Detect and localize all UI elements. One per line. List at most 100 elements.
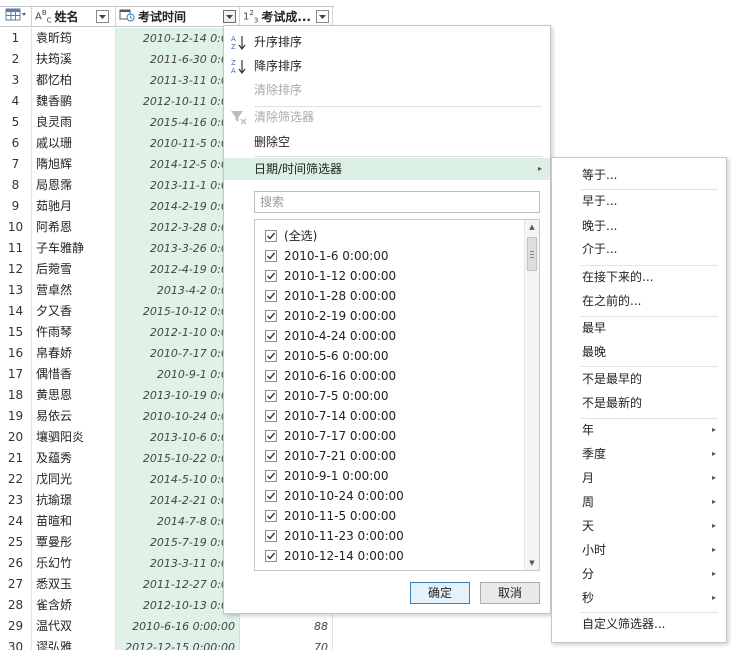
score-cell[interactable]: 70 <box>240 637 333 650</box>
exam-date-cell[interactable]: 2013-10-19 0:00 <box>116 385 240 406</box>
exam-date-cell[interactable]: 2011-6-30 0:00 <box>116 49 240 70</box>
name-cell[interactable]: 夕又香 <box>32 301 116 322</box>
name-cell[interactable]: 仵雨琴 <box>32 322 116 343</box>
filter-not-latest-item[interactable]: 不是最新的 <box>552 392 726 414</box>
filter-between-item[interactable]: 介于... <box>552 238 726 260</box>
filter-latest-item[interactable]: 最晚 <box>552 341 726 363</box>
name-cell[interactable]: 魏香鹂 <box>32 91 116 112</box>
exam-date-cell[interactable]: 2015-10-12 0:00 <box>116 301 240 322</box>
name-cell[interactable]: 壤驷阳炎 <box>32 427 116 448</box>
name-cell[interactable]: 都忆柏 <box>32 70 116 91</box>
column-filter-dropdown[interactable] <box>223 10 236 23</box>
name-cell[interactable]: 覃曼彤 <box>32 532 116 553</box>
name-cell[interactable]: 茹驰月 <box>32 196 116 217</box>
exam-date-cell[interactable]: 2010-12-14 0:00 <box>116 28 240 49</box>
filter-value-item[interactable]: 2010-1-6 0:00:00 <box>255 246 525 266</box>
table-row[interactable]: 30 谬弘雅 2012-12-15 0:00:00 70 <box>0 637 334 650</box>
clear-sort-item[interactable]: 清除排序 <box>224 79 550 101</box>
exam-date-cell[interactable]: 2010-6-16 0:00:00 <box>116 616 240 637</box>
filter-value-item[interactable]: 2010-11-23 0:00:00 <box>255 526 525 546</box>
checkbox-checked-icon[interactable] <box>265 570 277 571</box>
filter-in-next-item[interactable]: 在接下来的... <box>552 266 726 288</box>
filter-minute-item[interactable]: 分 ▸ <box>552 563 726 585</box>
exam-date-cell[interactable]: 2012-12-15 0:00:00 <box>116 637 240 650</box>
checkbox-checked-icon[interactable] <box>265 530 277 542</box>
sort-ascending-item[interactable]: A Z 升序排序 <box>224 31 550 53</box>
name-cell[interactable]: 苗暄和 <box>32 511 116 532</box>
name-cell[interactable]: 偶惜香 <box>32 364 116 385</box>
clear-filter-item[interactable]: 清除筛选器 <box>224 106 550 128</box>
name-cell[interactable]: 阿希恩 <box>32 217 116 238</box>
filter-value-item[interactable]: 2010-9-1 0:00:00 <box>255 466 525 486</box>
table-row[interactable]: 29 温代双 2010-6-16 0:00:00 88 <box>0 616 334 637</box>
exam-date-cell[interactable]: 2013-10-6 0:00 <box>116 427 240 448</box>
column-header-name[interactable]: ABC 姓名 <box>32 7 116 26</box>
filter-earliest-item[interactable]: 最早 <box>552 317 726 339</box>
checkbox-checked-icon[interactable] <box>265 450 277 462</box>
search-input[interactable] <box>254 191 540 213</box>
name-cell[interactable]: 袁昕筠 <box>32 28 116 49</box>
filter-in-previous-item[interactable]: 在之前的... <box>552 290 726 312</box>
checkbox-checked-icon[interactable] <box>265 350 277 362</box>
checkbox-checked-icon[interactable] <box>265 310 277 322</box>
checkbox-checked-icon[interactable] <box>265 250 277 262</box>
checkbox-checked-icon[interactable] <box>265 470 277 482</box>
exam-date-cell[interactable]: 2010-7-17 0:00 <box>116 343 240 364</box>
exam-date-cell[interactable]: 2013-11-1 0:00 <box>116 175 240 196</box>
exam-date-cell[interactable]: 2012-4-19 0:00 <box>116 259 240 280</box>
checkbox-checked-icon[interactable] <box>265 390 277 402</box>
exam-date-cell[interactable]: 2015-4-16 0:00 <box>116 112 240 133</box>
exam-date-cell[interactable]: 2013-3-26 0:00 <box>116 238 240 259</box>
name-cell[interactable]: 子车雅静 <box>32 238 116 259</box>
filter-values-list[interactable]: (全选) 2010-1-6 0:00:00 2010-1-12 0:00:00 201… <box>254 219 540 571</box>
column-header-score[interactable]: 123 考试成... <box>240 7 333 26</box>
filter-second-item[interactable]: 秒 ▸ <box>552 587 726 609</box>
exam-date-cell[interactable]: 2014-2-21 0:00 <box>116 490 240 511</box>
filter-before-item[interactable]: 早于... <box>552 190 726 212</box>
filter-value-item[interactable]: 2010-5-6 0:00:00 <box>255 346 525 366</box>
name-cell[interactable]: 易依云 <box>32 406 116 427</box>
name-cell[interactable]: 谬弘雅 <box>32 637 116 650</box>
filter-value-item[interactable]: 2010-7-14 0:00:00 <box>255 406 525 426</box>
remove-empty-item[interactable]: 删除空 <box>224 131 550 153</box>
checkbox-checked-icon[interactable] <box>265 510 277 522</box>
name-cell[interactable]: 黄思恩 <box>32 385 116 406</box>
filter-value-item[interactable]: 2010-6-16 0:00:00 <box>255 366 525 386</box>
filter-equals-item[interactable]: 等于... <box>552 164 726 186</box>
filter-day-item[interactable]: 天 ▸ <box>552 515 726 537</box>
filter-value-item[interactable]: 2010-7-21 0:00:00 <box>255 446 525 466</box>
filter-after-item[interactable]: 晚于... <box>552 215 726 237</box>
name-cell[interactable]: 扶筠溪 <box>32 49 116 70</box>
exam-date-cell[interactable]: 2012-10-11 0:00 <box>116 91 240 112</box>
exam-date-cell[interactable]: 2012-3-28 0:00 <box>116 217 240 238</box>
name-cell[interactable]: 隋旭辉 <box>32 154 116 175</box>
scroll-down-icon[interactable]: ▼ <box>525 556 539 570</box>
filter-quarter-item[interactable]: 季度 ▸ <box>552 443 726 465</box>
column-filter-dropdown[interactable] <box>316 10 329 23</box>
custom-filter-item[interactable]: 自定义筛选器... <box>552 613 726 635</box>
filter-value-item[interactable]: 2010-1-12 0:00:00 <box>255 266 525 286</box>
name-cell[interactable]: 良灵雨 <box>32 112 116 133</box>
filter-value-item[interactable]: 2010-4-24 0:00:00 <box>255 326 525 346</box>
checkbox-checked-icon[interactable] <box>265 410 277 422</box>
name-cell[interactable]: 戚以珊 <box>32 133 116 154</box>
checkbox-checked-icon[interactable] <box>265 550 277 562</box>
exam-date-cell[interactable]: 2011-12-27 0:00 <box>116 574 240 595</box>
sort-descending-item[interactable]: Z A 降序排序 <box>224 55 550 77</box>
filter-value-item[interactable]: 2010-10-24 0:00:00 <box>255 486 525 506</box>
column-filter-dropdown[interactable] <box>96 10 109 23</box>
checkbox-checked-icon[interactable] <box>265 270 277 282</box>
exam-date-cell[interactable]: 2011-3-11 0:00 <box>116 70 240 91</box>
exam-date-cell[interactable]: 2013-3-11 0:00 <box>116 553 240 574</box>
checkbox-checked-icon[interactable] <box>265 370 277 382</box>
name-cell[interactable]: 温代双 <box>32 616 116 637</box>
ok-button[interactable]: 确定 <box>410 582 470 604</box>
checkbox-checked-icon[interactable] <box>265 430 277 442</box>
checkbox-checked-icon[interactable] <box>265 230 277 242</box>
name-cell[interactable]: 营卓然 <box>32 280 116 301</box>
filter-year-item[interactable]: 年 ▸ <box>552 419 726 441</box>
column-header-date[interactable]: 考试时间 <box>116 7 240 26</box>
name-cell[interactable]: 雀含娇 <box>32 595 116 616</box>
filter-hour-item[interactable]: 小时 ▸ <box>552 539 726 561</box>
exam-date-cell[interactable]: 2013-4-2 0:00 <box>116 280 240 301</box>
